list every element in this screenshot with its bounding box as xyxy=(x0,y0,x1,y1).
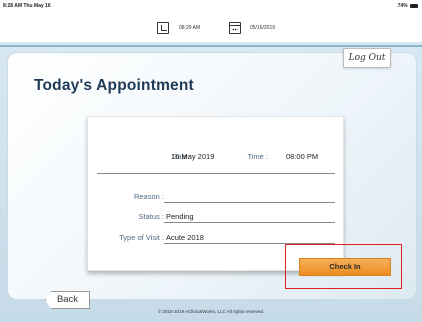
check-in-button[interactable]: Check In xyxy=(299,258,391,276)
visit-type-value: Acute 2018 xyxy=(166,233,204,242)
reason-label: Reason : xyxy=(133,192,164,201)
logout-button[interactable]: Log Out xyxy=(343,48,391,68)
status-bar: 8:28 AM Thu May 16 74% xyxy=(0,0,422,14)
battery-icon xyxy=(410,3,418,8)
top-toolbar: 08:29 AM 05/16/2019 xyxy=(0,14,422,42)
date-value: 16 May 2019 xyxy=(171,152,215,161)
home-icon[interactable] xyxy=(157,22,169,34)
status-underline xyxy=(164,222,335,223)
status-value: Pending xyxy=(166,212,194,221)
battery-indicator: 74% xyxy=(398,3,418,9)
calendar-icon[interactable] xyxy=(229,22,241,34)
status-time: 8:28 AM Thu May 16 xyxy=(3,3,51,9)
reason-underline xyxy=(164,202,335,203)
frame-divider xyxy=(0,45,422,47)
page-title: Today's Appointment xyxy=(34,77,194,94)
status-label: Status : xyxy=(138,212,164,221)
separator-line xyxy=(97,173,335,174)
footer-copyright: © 2015-2019 eClinicalWorks, LLC All righ… xyxy=(157,309,265,314)
toolbar-time: 08:29 AM xyxy=(179,25,201,31)
time-label: Time : xyxy=(247,152,268,161)
toolbar-date: 05/16/2019 xyxy=(250,25,276,31)
time-value: 08:00 PM xyxy=(286,152,319,161)
battery-level: 74% xyxy=(397,3,408,9)
visit-type-label: Type of Visit : xyxy=(119,233,164,242)
back-button[interactable]: Back xyxy=(45,291,90,309)
